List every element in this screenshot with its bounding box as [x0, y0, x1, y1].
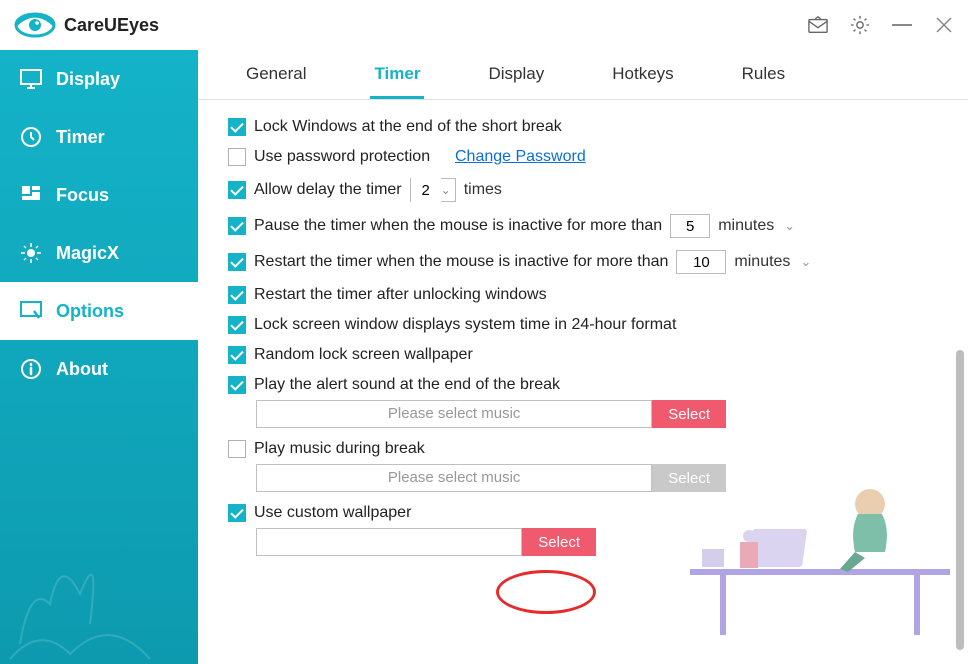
checkbox-allow-delay[interactable] [228, 181, 246, 199]
label-password-protect: Use password protection [254, 148, 430, 166]
app-title: CareUEyes [64, 15, 159, 36]
sidebar-item-display[interactable]: Display [0, 50, 198, 108]
gear-icon[interactable] [850, 15, 870, 35]
tab-display[interactable]: Display [484, 52, 548, 99]
checkbox-random-wallpaper[interactable] [228, 346, 246, 364]
sidebar-item-label: Options [56, 301, 124, 322]
label-alert-sound: Play the alert sound at the end of the b… [254, 376, 560, 394]
input-wallpaper-path[interactable] [256, 528, 522, 556]
info-icon [20, 358, 42, 380]
settings-panel: Lock Windows at the end of the short bre… [198, 100, 968, 664]
label-24h: Lock screen window displays system time … [254, 316, 676, 334]
checkbox-pause-inactive[interactable] [228, 217, 246, 235]
sidebar-item-options[interactable]: Options [0, 282, 198, 340]
link-change-password[interactable]: Change Password [455, 148, 586, 166]
focus-icon [20, 184, 42, 206]
checkbox-restart-unlock[interactable] [228, 286, 246, 304]
checkbox-lock-windows[interactable] [228, 118, 246, 136]
label-random-wallpaper: Random lock screen wallpaper [254, 346, 473, 364]
sidebar-item-focus[interactable]: Focus [0, 166, 198, 224]
sparkle-icon [20, 242, 42, 264]
sidebar-item-label: Timer [56, 127, 105, 148]
sidebar-decoration [0, 484, 198, 664]
minimize-icon[interactable] [892, 15, 912, 35]
checkbox-play-music[interactable] [228, 440, 246, 458]
label-restart-inactive-suffix: minutes [734, 253, 790, 271]
mail-icon[interactable] [808, 15, 828, 35]
button-select-break-music: Select [652, 464, 726, 492]
label-allow-delay-prefix: Allow delay the timer [254, 181, 402, 199]
checkbox-alert-sound[interactable] [228, 376, 246, 394]
label-restart-unlock: Restart the timer after unlocking window… [254, 286, 547, 304]
sidebar-item-about[interactable]: About [0, 340, 198, 398]
chevron-down-icon[interactable]: ⌄ [784, 218, 795, 234]
sidebar: Display Timer Focus MagicX Options [0, 50, 198, 664]
button-select-wallpaper[interactable]: Select [522, 528, 596, 556]
input-pause-minutes[interactable] [670, 214, 710, 238]
tab-hotkeys[interactable]: Hotkeys [608, 52, 677, 99]
input-break-music[interactable]: Please select music [256, 464, 652, 492]
tab-rules[interactable]: Rules [738, 52, 789, 99]
app-logo-icon [14, 11, 56, 39]
label-pause-inactive-suffix: minutes [718, 217, 774, 235]
chevron-down-icon[interactable]: ⌄ [800, 254, 811, 270]
label-lock-windows: Lock Windows at the end of the short bre… [254, 118, 562, 136]
sidebar-item-label: MagicX [56, 243, 119, 264]
monitor-icon [20, 68, 42, 90]
sidebar-item-label: About [56, 359, 108, 380]
input-restart-minutes[interactable] [676, 250, 726, 274]
checkbox-restart-inactive[interactable] [228, 253, 246, 271]
scrollbar-thumb[interactable] [956, 350, 964, 650]
tab-timer[interactable]: Timer [370, 52, 424, 99]
label-pause-inactive-prefix: Pause the timer when the mouse is inacti… [254, 217, 662, 235]
label-restart-inactive-prefix: Restart the timer when the mouse is inac… [254, 253, 668, 271]
sidebar-item-magicx[interactable]: MagicX [0, 224, 198, 282]
input-alert-music[interactable]: Please select music [256, 400, 652, 428]
tabs: General Timer Display Hotkeys Rules [198, 50, 968, 100]
chevron-down-icon[interactable]: ⌄ [437, 183, 455, 197]
label-allow-delay-suffix: times [464, 181, 502, 199]
label-custom-wallpaper: Use custom wallpaper [254, 504, 411, 522]
sidebar-item-label: Focus [56, 185, 109, 206]
sidebar-item-timer[interactable]: Timer [0, 108, 198, 166]
options-icon [20, 300, 42, 322]
sidebar-item-label: Display [56, 69, 120, 90]
button-select-alert-music[interactable]: Select [652, 400, 726, 428]
checkbox-24h[interactable] [228, 316, 246, 334]
scrollbar[interactable] [956, 350, 966, 660]
clock-icon [20, 126, 42, 148]
tab-general[interactable]: General [242, 52, 310, 99]
label-play-music: Play music during break [254, 440, 425, 458]
checkbox-password-protect[interactable] [228, 148, 246, 166]
checkbox-custom-wallpaper[interactable] [228, 504, 246, 522]
close-icon[interactable] [934, 15, 954, 35]
